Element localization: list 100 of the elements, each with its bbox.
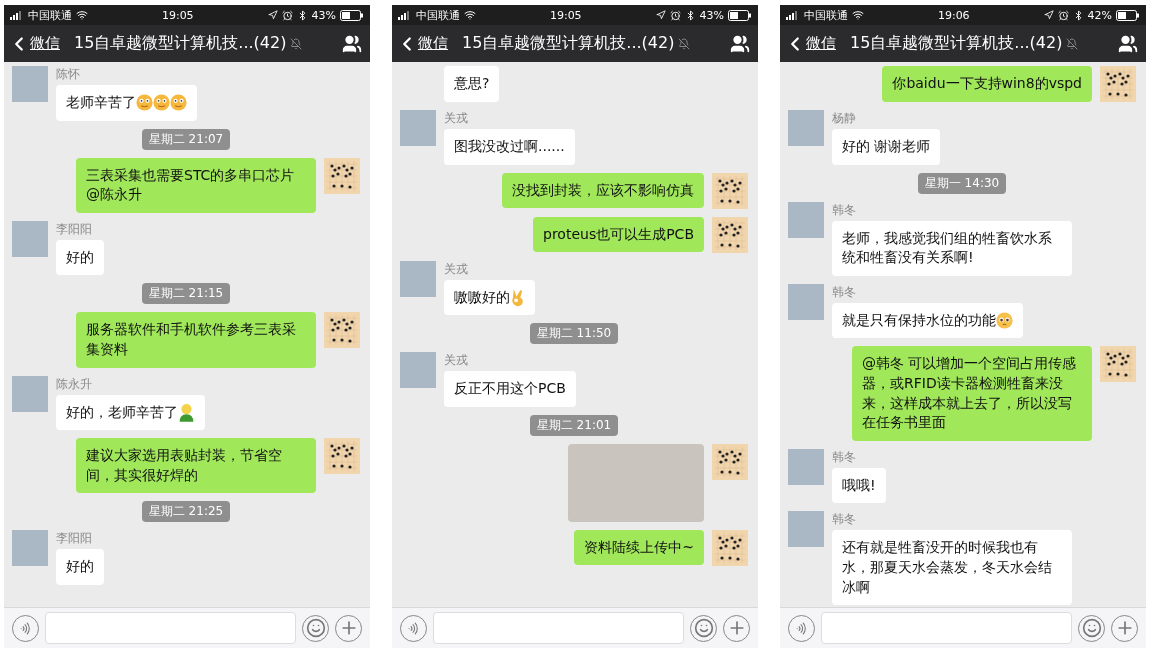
avatar-photo[interactable] <box>788 448 824 485</box>
sender-name: 韩冬 <box>832 283 857 301</box>
avatar-photo[interactable] <box>12 530 48 567</box>
face-emoji-icon <box>996 312 1013 330</box>
back-link[interactable]: 微信 <box>396 32 448 55</box>
avatar-photo[interactable] <box>788 201 824 238</box>
wifi-icon <box>852 9 864 21</box>
voice-wave-icon <box>19 621 32 635</box>
avatar-photo[interactable] <box>788 511 824 548</box>
wifi-icon <box>76 9 88 21</box>
message-bubble: 好的，老师辛苦了 <box>56 394 205 431</box>
chat-title: 15自卓越微型计算机技...(42) <box>462 33 675 54</box>
go-board-avatar-icon <box>324 312 360 349</box>
sender-name: 陈怀 <box>56 66 81 83</box>
message-bubble: 意思? <box>444 66 500 102</box>
location-icon <box>267 10 278 20</box>
avatar-photo[interactable] <box>788 110 824 146</box>
avatar-photo[interactable] <box>12 375 48 412</box>
group-members-icon[interactable] <box>1118 33 1138 54</box>
message-bubble: @韩冬 可以增加一个空间占用传感器，或RFID读卡器检测牲畜来没来，这样成本就上去了，所以没写在任务书里面 <box>852 346 1092 441</box>
battery-icon <box>728 9 752 21</box>
sender-name: 关戎 <box>444 352 469 370</box>
message-bubble: 好的 谢谢老师 <box>832 129 941 165</box>
sender-name: 韩冬 <box>832 201 857 219</box>
go-board-avatar-icon <box>1100 66 1136 102</box>
message-bubble: 好的 <box>56 549 104 585</box>
timestamp: 星期二 21:15 <box>141 283 231 305</box>
timestamp: 星期二 21:25 <box>141 501 231 523</box>
message-bubble: 嗷嗷好的 <box>444 279 535 316</box>
message-input[interactable] <box>433 612 684 644</box>
message-input[interactable] <box>45 612 296 644</box>
message-bubble: 哦哦! <box>832 467 886 504</box>
battery-percent: 43% <box>311 8 336 22</box>
clock-time: 19:05 <box>161 8 194 22</box>
smiley-icon <box>693 618 714 638</box>
message-bubble: 服务器软件和手机软件参考三表采集资料 <box>76 312 316 368</box>
chat-title: 15自卓越微型计算机技...(42) <box>74 33 287 54</box>
message-bubble: 老师，我感觉我们组的牲畜饮水系统和牲畜没有关系啊! <box>832 220 1072 276</box>
group-members-icon[interactable] <box>342 33 362 54</box>
message-bubble: 你baidu一下支持win8的vspd <box>882 66 1092 102</box>
avatar-photo[interactable] <box>12 220 48 257</box>
avatar-photo[interactable] <box>400 352 436 389</box>
alarm-icon <box>669 9 681 21</box>
message-bubble: 好的 <box>56 239 104 276</box>
message-input[interactable] <box>821 612 1072 644</box>
photo-placeholder[interactable] <box>568 443 704 522</box>
sender-name: 关戎 <box>444 260 469 278</box>
timestamp: 星期一 14:30 <box>917 172 1007 194</box>
location-icon <box>655 10 666 20</box>
avatar-photo[interactable] <box>12 66 48 102</box>
sender-name: 关戎 <box>444 110 469 127</box>
battery-icon <box>340 9 364 21</box>
message-bubble: 老师辛苦了 <box>56 85 197 121</box>
face-emoji-icon <box>136 94 153 112</box>
message-bubble: 建议大家选用表贴封装，节省空间，其实很好焊的 <box>76 438 316 494</box>
message-bubble: 没找到封装，应该不影响仿真 <box>502 172 704 209</box>
mute-icon <box>678 37 691 50</box>
message-bubble: 就是只有保持水位的功能 <box>832 302 1023 339</box>
voice-wave-icon <box>795 621 808 635</box>
timestamp: 星期二 11:50 <box>529 323 619 345</box>
message-bubble: 三表采集也需要STC的多串口芯片@陈永升 <box>76 157 316 213</box>
go-board-avatar-icon <box>712 529 748 566</box>
wifi-icon <box>464 9 476 21</box>
chat-title: 15自卓越微型计算机技...(42) <box>850 33 1063 54</box>
go-board-avatar-icon <box>1100 346 1136 383</box>
battery-percent: 43% <box>699 8 724 22</box>
sender-name: 李阳阳 <box>56 530 93 548</box>
message-bubble: 资料陆续上传中~ <box>574 529 704 566</box>
go-board-avatar-icon <box>324 157 360 194</box>
signal-icon <box>398 10 412 20</box>
sender-name: 陈永升 <box>56 375 93 393</box>
carrier-name: 中国联通 <box>28 7 72 23</box>
sender-name: 韩冬 <box>832 448 857 466</box>
smiley-icon <box>305 618 326 638</box>
sender-name: 杨静 <box>832 110 857 127</box>
back-link[interactable]: 微信 <box>784 32 836 55</box>
sender-name: 韩冬 <box>832 511 857 529</box>
signal-icon <box>786 10 800 20</box>
voice-wave-icon <box>407 621 420 635</box>
back-link[interactable]: 微信 <box>8 32 60 55</box>
mute-icon <box>290 37 303 50</box>
go-board-avatar-icon <box>712 172 748 209</box>
smiley-icon <box>1081 618 1102 638</box>
clock-time: 19:05 <box>549 8 582 22</box>
face-emoji-icon <box>153 94 170 112</box>
group-members-icon[interactable] <box>730 33 750 54</box>
signal-icon <box>10 10 24 20</box>
avatar-photo[interactable] <box>400 110 436 146</box>
battery-icon <box>1116 9 1140 21</box>
timestamp: 星期二 21:07 <box>141 128 231 150</box>
avatar-photo[interactable] <box>788 283 824 320</box>
message-bubble: proteus也可以生成PCB <box>533 216 704 253</box>
alarm-icon <box>1057 9 1069 21</box>
location-icon <box>1043 10 1054 20</box>
sender-name: 李阳阳 <box>56 220 93 238</box>
figure-emoji-icon <box>178 402 195 422</box>
go-board-avatar-icon <box>712 443 748 480</box>
avatar-photo[interactable] <box>400 260 436 297</box>
carrier-name: 中国联通 <box>416 7 460 23</box>
hand-emoji-icon <box>510 287 525 307</box>
